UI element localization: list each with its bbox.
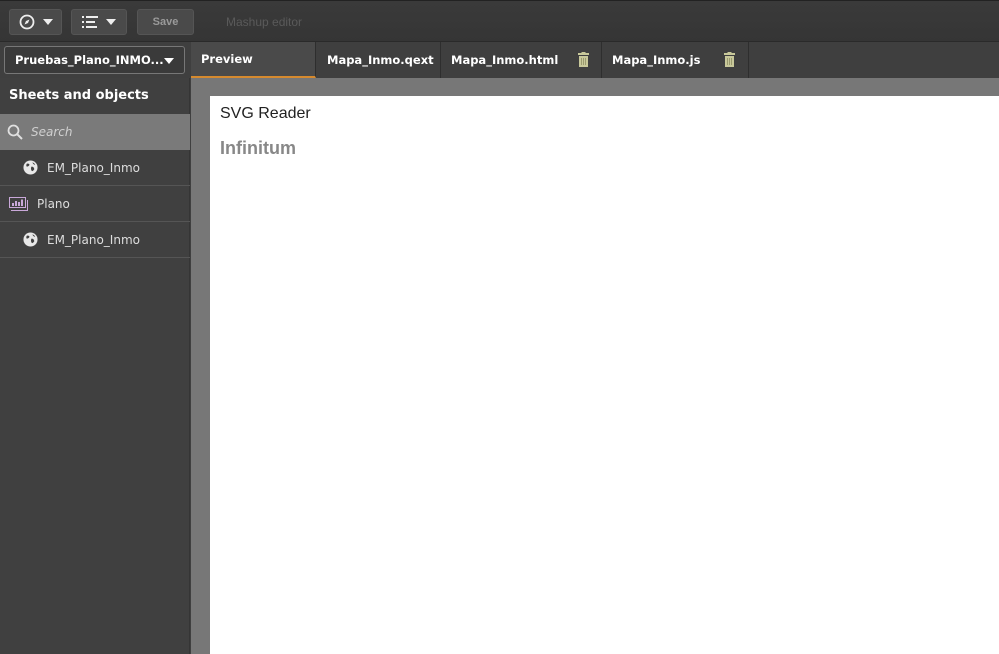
tab-label: Preview: [201, 52, 253, 66]
chevron-down-icon: [164, 58, 174, 64]
compass-icon: [19, 14, 34, 30]
navigation-menu-button[interactable]: [9, 9, 62, 35]
tab-html[interactable]: Mapa_Inmo.html: [441, 42, 602, 78]
list-item[interactable]: Plano: [0, 186, 190, 222]
list-item[interactable]: EM_Plano_Inmo: [0, 150, 190, 186]
list-item[interactable]: EM_Plano_Inmo: [0, 222, 190, 258]
globe-icon: [23, 232, 38, 247]
search-icon: [7, 124, 23, 140]
list-menu-button[interactable]: [71, 9, 127, 35]
save-button[interactable]: Save: [137, 9, 194, 35]
preview-title: SVG Reader: [220, 105, 311, 122]
app-selector-value: Pruebas_Plano_INMO...: [15, 53, 164, 67]
chevron-down-icon: [106, 19, 116, 25]
search-box: [0, 114, 190, 150]
tab-label: Mapa_Inmo.js: [612, 53, 701, 67]
tab-preview[interactable]: Preview: [191, 42, 316, 78]
list-item-label: EM_Plano_Inmo: [47, 232, 140, 247]
list-item-label: EM_Plano_Inmo: [47, 160, 140, 175]
editor-title: Mashup editor: [226, 15, 303, 29]
trash-icon[interactable]: [724, 52, 735, 67]
panel-title: Sheets and objects: [9, 88, 149, 103]
preview-canvas: SVG Reader Infinitum: [210, 96, 999, 654]
file-tabs: Preview Mapa_Inmo.qext Mapa_Inmo.html Ma…: [191, 42, 749, 78]
tab-qext[interactable]: Mapa_Inmo.qext: [316, 42, 441, 78]
tab-label: Mapa_Inmo.html: [451, 53, 559, 67]
tab-js[interactable]: Mapa_Inmo.js: [602, 42, 749, 78]
sheet-icon: [9, 196, 28, 211]
search-input[interactable]: [31, 125, 181, 139]
tab-label: Mapa_Inmo.qext: [327, 53, 434, 67]
preview-subtitle: Infinitum: [220, 138, 296, 158]
list-icon: [82, 16, 98, 28]
trash-icon[interactable]: [578, 52, 589, 67]
tab-bar: Pruebas_Plano_INMO... Preview Mapa_Inmo.…: [0, 42, 999, 78]
app-selector-dropdown[interactable]: Pruebas_Plano_INMO...: [4, 46, 185, 74]
top-toolbar: Save Mashup editor: [0, 0, 999, 42]
sheets-objects-panel: Sheets and objects EM_Plano_Inmo Plano: [0, 78, 190, 654]
list-item-label: Plano: [37, 196, 70, 211]
chevron-down-icon: [42, 19, 53, 25]
globe-icon: [23, 160, 38, 175]
